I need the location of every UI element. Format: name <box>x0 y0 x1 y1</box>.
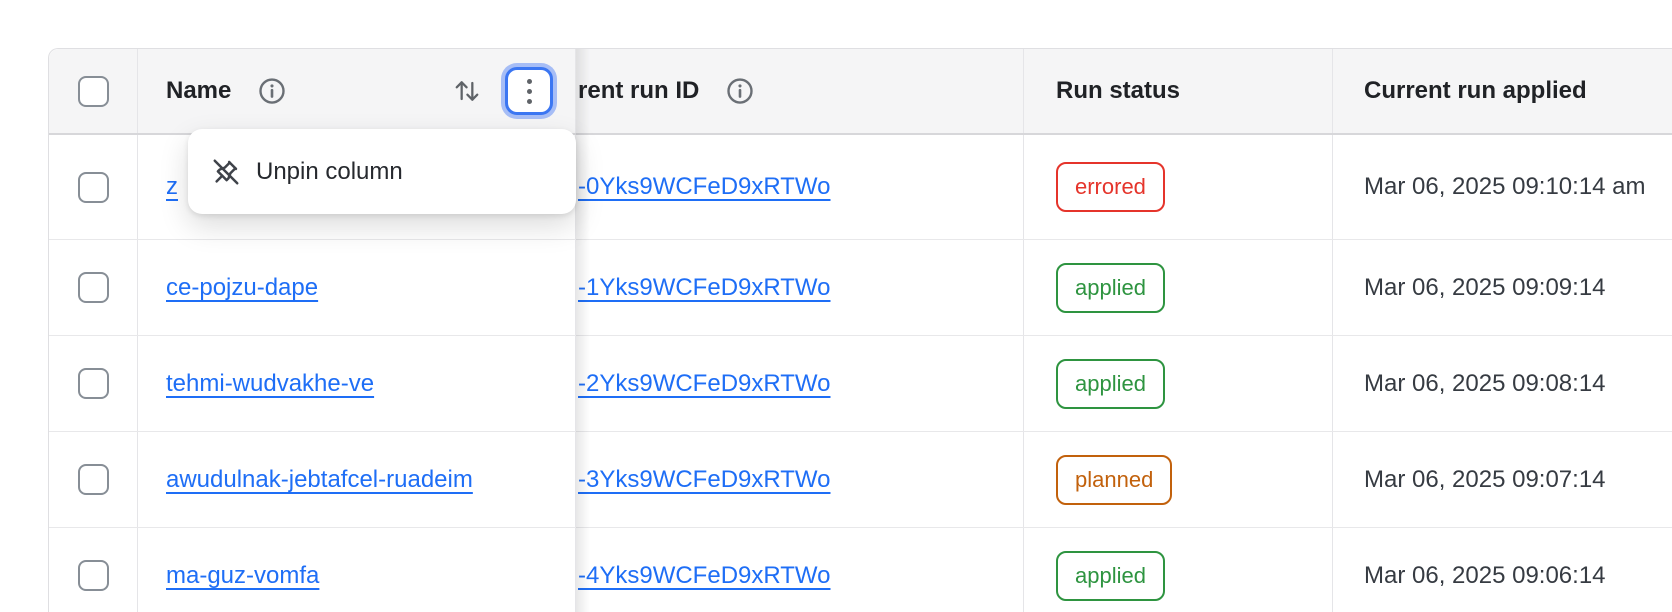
row-status-cell: applied <box>1024 336 1333 431</box>
row-checkbox[interactable] <box>78 272 109 303</box>
name-column-menu-button[interactable] <box>505 67 553 115</box>
row-select-cell <box>49 528 138 612</box>
run-status-badge: errored <box>1056 162 1165 212</box>
row-select-cell <box>49 135 138 239</box>
select-all-checkbox[interactable] <box>78 76 109 107</box>
unpin-column-label: Unpin column <box>256 158 403 186</box>
row-applied-cell: Mar 06, 2025 09:07:14 <box>1333 432 1672 527</box>
name-link[interactable]: z <box>166 173 178 201</box>
applied-timestamp: Mar 06, 2025 09:08:14 <box>1364 370 1606 398</box>
run-status-badge: applied <box>1056 359 1165 409</box>
name-link[interactable]: ce-pojzu-dape <box>166 274 318 302</box>
row-select-cell <box>49 240 138 335</box>
sort-icon[interactable] <box>451 75 483 107</box>
header-name-cell: Name <box>138 49 576 133</box>
row-run-id-cell: -0Yks9WCFeD9xRTWo <box>576 135 1024 239</box>
row-applied-cell: Mar 06, 2025 09:09:14 <box>1333 240 1672 335</box>
row-name-cell: ce-pojzu-dape <box>138 240 576 335</box>
run-id-link[interactable]: -3Yks9WCFeD9xRTWo <box>578 466 831 494</box>
applied-timestamp: Mar 06, 2025 09:06:14 <box>1364 562 1606 590</box>
run-status-badge: applied <box>1056 551 1165 601</box>
row-run-id-cell: -3Yks9WCFeD9xRTWo <box>576 432 1024 527</box>
row-run-id-cell: -1Yks9WCFeD9xRTWo <box>576 240 1024 335</box>
name-link[interactable]: ma-guz-vomfa <box>166 562 319 590</box>
info-icon[interactable] <box>257 76 287 106</box>
row-applied-cell: Mar 06, 2025 09:06:14 <box>1333 528 1672 612</box>
column-menu-dropdown: Unpin column <box>188 129 576 214</box>
table-row: tehmi-wudvakhe-ve -2Yks9WCFeD9xRTWo applie… <box>49 336 1672 432</box>
row-select-cell <box>49 432 138 527</box>
table-row: awudulnak-jebtafcel-ruadeim -3Yks9WCFeD9x… <box>49 432 1672 528</box>
run-id-link[interactable]: -4Yks9WCFeD9xRTWo <box>578 562 831 590</box>
runs-table-viewport: Name <box>0 0 1672 612</box>
row-name-cell: awudulnak-jebtafcel-ruadeim <box>138 432 576 527</box>
row-status-cell: applied <box>1024 528 1333 612</box>
run-status-badge: applied <box>1056 263 1165 313</box>
row-name-cell: tehmi-wudvakhe-ve <box>138 336 576 431</box>
row-status-cell: applied <box>1024 240 1333 335</box>
row-name-cell: ma-guz-vomfa <box>138 528 576 612</box>
applied-timestamp: Mar 06, 2025 09:09:14 <box>1364 274 1606 302</box>
applied-timestamp: Mar 06, 2025 09:10:14 am <box>1364 173 1644 201</box>
header-run-id-cell: rent run ID <box>576 49 1024 133</box>
pin-off-icon <box>211 157 241 187</box>
row-status-cell: errored <box>1024 135 1333 239</box>
header-select-cell <box>49 49 138 133</box>
run-status-badge: planned <box>1056 455 1172 505</box>
header-run-status-cell: Run status <box>1024 49 1333 133</box>
row-checkbox[interactable] <box>78 560 109 591</box>
info-icon[interactable] <box>725 76 755 106</box>
kebab-menu-icon <box>527 79 532 84</box>
row-checkbox[interactable] <box>78 368 109 399</box>
table-header-row: Name <box>49 49 1672 135</box>
row-run-id-cell: -2Yks9WCFeD9xRTWo <box>576 336 1024 431</box>
name-link[interactable]: tehmi-wudvakhe-ve <box>166 370 374 398</box>
row-checkbox[interactable] <box>78 172 109 203</box>
name-link[interactable]: awudulnak-jebtafcel-ruadeim <box>166 466 473 494</box>
run-id-link[interactable]: -0Yks9WCFeD9xRTWo <box>578 173 831 201</box>
table-row: ma-guz-vomfa -4Yks9WCFeD9xRTWo applied Mar … <box>49 528 1672 612</box>
header-current-run-applied-cell: Current run applied <box>1333 49 1672 133</box>
row-applied-cell: Mar 06, 2025 09:08:14 <box>1333 336 1672 431</box>
current-run-id-column-label: rent run ID <box>578 77 699 105</box>
current-run-applied-column-label: Current run applied <box>1364 77 1587 105</box>
row-run-id-cell: -4Yks9WCFeD9xRTWo <box>576 528 1024 612</box>
run-status-column-label: Run status <box>1056 77 1180 105</box>
run-id-link[interactable]: -2Yks9WCFeD9xRTWo <box>578 370 831 398</box>
table-row: ce-pojzu-dape -1Yks9WCFeD9xRTWo applied Mar… <box>49 240 1672 336</box>
row-status-cell: planned <box>1024 432 1333 527</box>
name-column-label: Name <box>166 77 231 105</box>
row-select-cell <box>49 336 138 431</box>
runs-table: Name <box>48 48 1672 612</box>
applied-timestamp: Mar 06, 2025 09:07:14 <box>1364 466 1606 494</box>
run-id-link[interactable]: -1Yks9WCFeD9xRTWo <box>578 274 831 302</box>
row-checkbox[interactable] <box>78 464 109 495</box>
row-applied-cell: Mar 06, 2025 09:10:14 am <box>1333 135 1672 239</box>
unpin-column-menu-item[interactable]: Unpin column <box>188 129 576 214</box>
